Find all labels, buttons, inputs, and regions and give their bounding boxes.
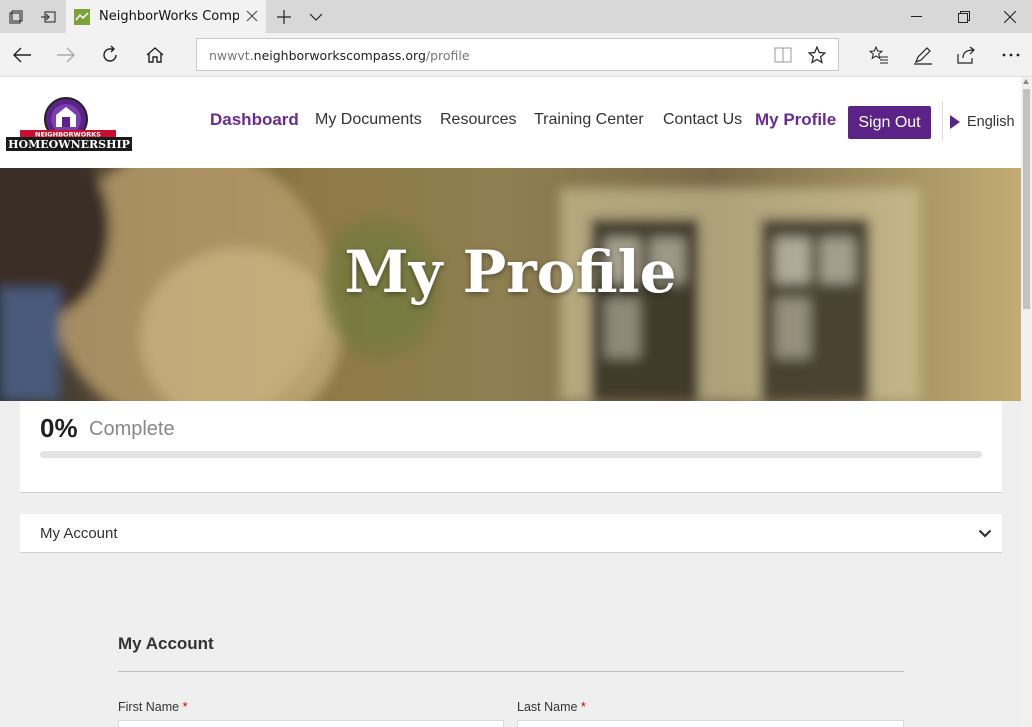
svg-text:HOMEOWNERSHIP: HOMEOWNERSHIP xyxy=(8,138,130,151)
restore-icon[interactable] xyxy=(941,0,987,33)
back-icon[interactable] xyxy=(0,33,44,77)
home-icon[interactable] xyxy=(133,33,177,77)
url-text: nwwvt.neighborworkscompass.org/profile xyxy=(209,48,470,63)
share-icon[interactable] xyxy=(945,33,989,77)
sign-out-button[interactable]: Sign Out xyxy=(848,106,931,139)
more-menu-icon[interactable] xyxy=(989,33,1032,77)
progress-label: Complete xyxy=(89,418,175,440)
progress-percent: 0% xyxy=(40,413,78,443)
nav-resources[interactable]: Resources xyxy=(440,111,516,129)
close-window-icon[interactable] xyxy=(987,0,1032,33)
section-divider xyxy=(118,671,904,672)
hero-banner: My Profile xyxy=(0,168,1021,401)
nav-dashboard[interactable]: Dashboard xyxy=(210,110,299,130)
page-title: My Profile xyxy=(344,238,677,306)
address-bar[interactable]: nwwvt.neighborworkscompass.org/profile xyxy=(196,38,839,71)
browser-tab-bar: NeighborWorks Compa xyxy=(0,0,1032,33)
scroll-up-arrow-icon[interactable] xyxy=(1023,79,1029,84)
browser-navigation-bar: nwwvt.neighborworkscompass.org/profile xyxy=(0,33,1032,77)
page-scrollbar[interactable] xyxy=(1021,77,1032,727)
accordion-label: My Account xyxy=(40,525,118,542)
site-header: NEIGHBORWORKS HOMEOWNERSHIP Dashboard My… xyxy=(0,77,1021,168)
first-name-label: First Name * xyxy=(118,700,188,714)
close-tab-icon[interactable] xyxy=(244,8,260,24)
favorites-hub-icon[interactable] xyxy=(857,33,901,77)
language-divider xyxy=(942,101,943,141)
tab-actions-icon[interactable] xyxy=(0,0,32,33)
last-name-input[interactable] xyxy=(517,720,904,727)
tab-title: NeighborWorks Compa xyxy=(99,9,239,24)
progress-bar xyxy=(40,451,982,458)
refresh-icon[interactable] xyxy=(88,33,132,77)
new-tab-icon[interactable] xyxy=(268,0,300,33)
nav-my-profile[interactable]: My Profile xyxy=(755,110,836,130)
web-page: NEIGHBORWORKS HOMEOWNERSHIP Dashboard My… xyxy=(0,77,1021,727)
favorite-star-icon[interactable] xyxy=(807,46,827,64)
tab-preview-chevron-icon[interactable] xyxy=(300,0,332,33)
web-note-pen-icon[interactable] xyxy=(901,33,945,77)
nav-training-center[interactable]: Training Center xyxy=(534,111,644,129)
nav-my-documents[interactable]: My Documents xyxy=(315,111,422,129)
minimize-icon[interactable] xyxy=(894,0,940,33)
language-selector[interactable]: English xyxy=(967,114,1015,130)
scrollbar-thumb[interactable] xyxy=(1023,89,1030,309)
my-account-accordion[interactable]: My Account xyxy=(20,514,1002,553)
language-arrow-icon[interactable] xyxy=(950,115,960,129)
nav-contact-us[interactable]: Contact Us xyxy=(663,111,742,129)
site-favicon-icon xyxy=(74,8,90,25)
last-name-label: Last Name * xyxy=(517,700,586,714)
first-name-input[interactable] xyxy=(118,720,504,727)
chevron-down-icon[interactable] xyxy=(978,525,992,543)
reading-view-icon[interactable] xyxy=(773,46,793,64)
neighborworks-logo[interactable]: NEIGHBORWORKS HOMEOWNERSHIP xyxy=(6,97,132,153)
profile-progress-card: 0% Complete xyxy=(20,401,1002,493)
set-tabs-aside-icon[interactable] xyxy=(32,0,64,33)
tab-neighborworks[interactable]: NeighborWorks Compa xyxy=(66,0,266,33)
section-title: My Account xyxy=(118,634,214,653)
forward-icon[interactable] xyxy=(44,33,88,77)
